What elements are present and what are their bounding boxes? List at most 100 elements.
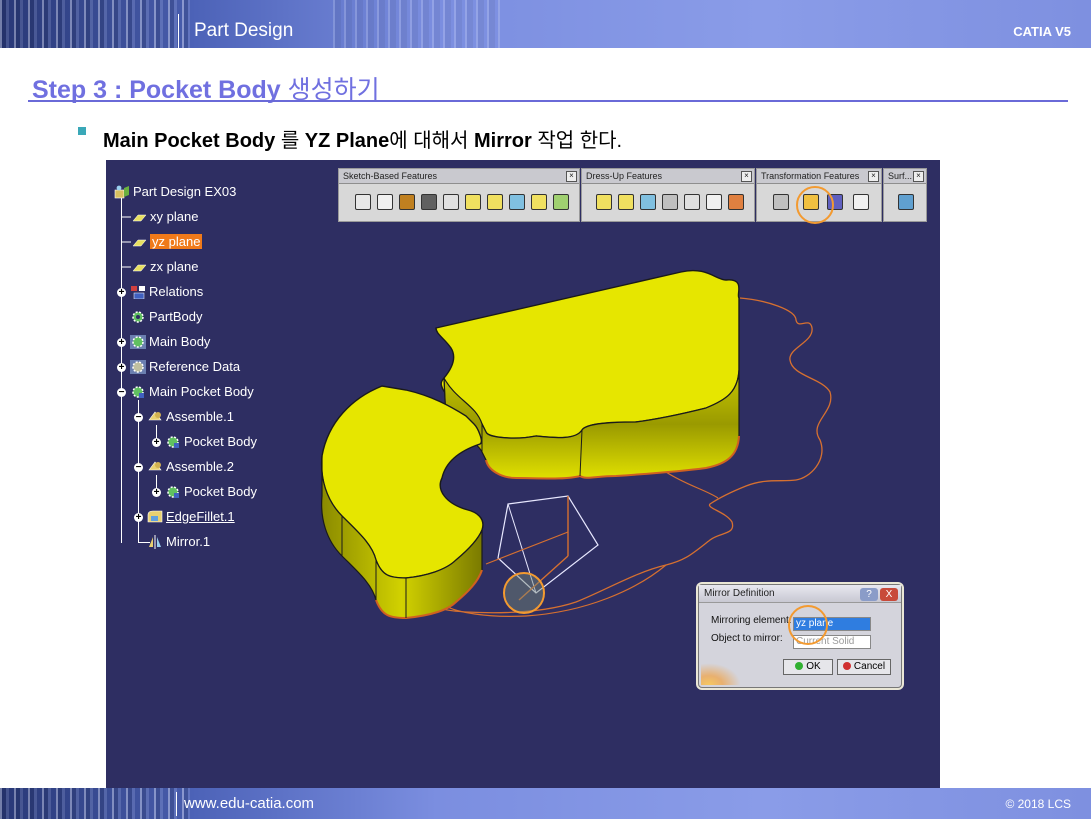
tree-label-assemble-2: Assemble.2 bbox=[166, 459, 234, 474]
close-icon[interactable]: × bbox=[913, 171, 924, 182]
expand-plus-icon[interactable]: + bbox=[117, 288, 126, 298]
shaft-icon[interactable] bbox=[399, 194, 415, 210]
footer-copyright: © 2018 LCS bbox=[1005, 797, 1071, 811]
tree-label-partbody: PartBody bbox=[149, 309, 203, 324]
tree-node-yz-plane[interactable]: yz plane bbox=[121, 234, 203, 250]
close-icon[interactable]: × bbox=[741, 171, 752, 182]
tree-label-root: Part Design EX03 bbox=[133, 184, 237, 199]
toolbar-title: Transformation Features × bbox=[757, 169, 881, 184]
expand-plus-icon[interactable]: + bbox=[134, 513, 143, 523]
close-icon[interactable]: X bbox=[880, 588, 898, 601]
tree-label-pocket-body-2: Pocket Body bbox=[184, 484, 257, 499]
bullet-part-6: 작업 한다. bbox=[531, 130, 623, 152]
expand-plus-icon[interactable]: + bbox=[152, 438, 161, 448]
loft-icon[interactable] bbox=[531, 194, 547, 210]
shell-icon[interactable] bbox=[662, 194, 678, 210]
tree-label-xy-plane: xy plane bbox=[150, 209, 199, 224]
thickness-icon[interactable] bbox=[684, 194, 700, 210]
plane-icon bbox=[121, 210, 147, 224]
footer-decoration bbox=[0, 788, 190, 819]
dialog-window-buttons: ? X bbox=[858, 586, 898, 603]
stiffener-icon[interactable] bbox=[509, 194, 525, 210]
plane-icon bbox=[121, 260, 147, 274]
tree-label-zx-plane: zx plane bbox=[150, 259, 199, 274]
bullet-part-4: 에 대해서 bbox=[389, 130, 474, 152]
toolbar-title: Dress-Up Features × bbox=[582, 169, 754, 184]
remove-loft-icon[interactable] bbox=[553, 194, 569, 210]
assemble-icon bbox=[147, 460, 163, 474]
tree-label-assemble-1: Assemble.1 bbox=[166, 409, 234, 424]
bullet-square-icon bbox=[78, 127, 86, 135]
toolbar-title-text: Dress-Up Features bbox=[586, 171, 663, 181]
tree-node-pocket-body-2[interactable]: Pocket Body bbox=[165, 484, 257, 500]
toolbar-surface-based[interactable]: Surf... × bbox=[883, 168, 927, 222]
expand-plus-icon[interactable]: + bbox=[117, 363, 126, 373]
toolbar-title: Surf... × bbox=[884, 169, 926, 184]
header-separator bbox=[178, 14, 179, 48]
slot-icon[interactable] bbox=[487, 194, 503, 210]
expand-plus-icon[interactable]: + bbox=[117, 338, 126, 348]
footer-website[interactable]: www.edu-catia.com bbox=[184, 795, 314, 812]
toolbar-icons bbox=[582, 184, 754, 220]
tree-node-xy-plane[interactable]: xy plane bbox=[121, 209, 198, 225]
cancel-button[interactable]: Cancel bbox=[837, 659, 891, 675]
mirroring-element-highlight bbox=[788, 605, 828, 645]
catia-3d-viewport[interactable]: Part Design EX03 xy plane yz plane zx pl… bbox=[106, 160, 940, 788]
tree-label-main-body: Main Body bbox=[149, 334, 211, 349]
ok-button[interactable]: OK bbox=[783, 659, 833, 675]
tree-node-zx-plane[interactable]: zx plane bbox=[121, 259, 198, 275]
close-icon[interactable]: × bbox=[566, 171, 577, 182]
split-icon[interactable] bbox=[898, 194, 914, 210]
bullet-text: Main Pocket Body 를 YZ Plane에 대해서 Mirror … bbox=[103, 124, 622, 153]
footer-band: www.edu-catia.com © 2018 LCS bbox=[0, 788, 1091, 819]
toolbar-sketch-based-features[interactable]: Sketch-Based Features × bbox=[338, 168, 580, 222]
scaling-icon[interactable] bbox=[853, 194, 869, 210]
collapse-minus-icon[interactable]: − bbox=[134, 413, 143, 423]
body-gear-icon bbox=[130, 385, 146, 399]
chamfer-icon[interactable] bbox=[618, 194, 634, 210]
tree-node-root[interactable]: Part Design EX03 bbox=[114, 184, 236, 200]
object-to-mirror-label: Object to mirror: bbox=[711, 633, 783, 644]
toolbar-icons bbox=[884, 184, 926, 220]
tree-node-main-body[interactable]: Main Body bbox=[130, 334, 210, 350]
expand-plus-icon[interactable]: + bbox=[152, 488, 161, 498]
tree-node-relations[interactable]: Relations bbox=[130, 284, 203, 300]
groove-icon[interactable] bbox=[421, 194, 437, 210]
edge-fillet-tool-icon[interactable] bbox=[596, 194, 612, 210]
help-icon[interactable]: ? bbox=[860, 588, 878, 601]
header-decoration-2 bbox=[330, 0, 500, 48]
body-gear-icon bbox=[165, 435, 181, 449]
relations-icon bbox=[130, 285, 146, 300]
close-icon[interactable]: × bbox=[868, 171, 879, 182]
thread-icon[interactable] bbox=[706, 194, 722, 210]
tree-node-reference-data[interactable]: Reference Data bbox=[130, 359, 240, 375]
collapse-minus-icon[interactable]: − bbox=[117, 388, 126, 398]
toolbar-dress-up-features[interactable]: Dress-Up Features × bbox=[581, 168, 755, 222]
tree-node-main-pocket-body[interactable]: Main Pocket Body bbox=[130, 384, 254, 400]
collapse-minus-icon[interactable]: − bbox=[134, 463, 143, 473]
hole-icon[interactable] bbox=[443, 194, 459, 210]
tree-label-reference-data: Reference Data bbox=[149, 359, 241, 374]
cancel-dot-icon bbox=[842, 662, 851, 670]
tree-node-partbody[interactable]: PartBody bbox=[130, 309, 202, 325]
tree-node-mirror[interactable]: Mirror.1 bbox=[147, 534, 210, 550]
bullet-part-3: YZ Plane bbox=[304, 130, 390, 152]
remove-face-icon[interactable] bbox=[728, 194, 744, 210]
pad-icon[interactable] bbox=[355, 194, 371, 210]
edge-fillet-icon bbox=[147, 510, 163, 524]
translation-icon[interactable] bbox=[773, 194, 789, 210]
tree-node-assemble-2[interactable]: Assemble.2 bbox=[147, 459, 234, 475]
tree-node-edgefillet[interactable]: EdgeFillet.1 bbox=[147, 509, 235, 525]
rib-icon[interactable] bbox=[465, 194, 481, 210]
draft-icon[interactable] bbox=[640, 194, 656, 210]
tree-node-assemble-1[interactable]: Assemble.1 bbox=[147, 409, 234, 425]
plane-highlight bbox=[503, 572, 545, 614]
bullet-part-1: Main Pocket Body bbox=[103, 130, 276, 152]
dialog-titlebar[interactable]: Mirror Definition ? X bbox=[699, 585, 901, 603]
cancel-button-label: Cancel bbox=[853, 661, 886, 672]
toolbar-title: Sketch-Based Features × bbox=[339, 169, 579, 184]
product-name: CATIA V5 bbox=[1013, 24, 1071, 39]
tree-node-pocket-body-1[interactable]: Pocket Body bbox=[165, 434, 257, 450]
header-band: Part Design CATIA V5 bbox=[0, 0, 1091, 48]
pocket-icon[interactable] bbox=[377, 194, 393, 210]
